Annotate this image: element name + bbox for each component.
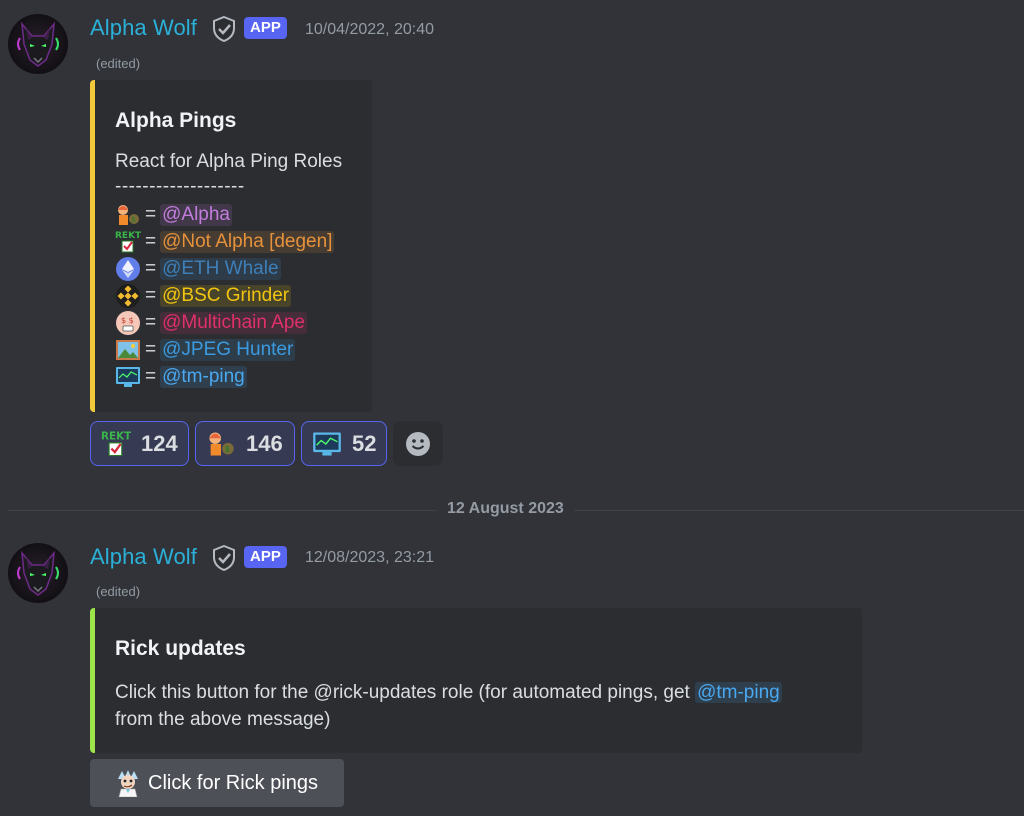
guy-with-money-bag-icon: $ (115, 202, 141, 228)
role-mention-alpha[interactable]: @Alpha (160, 204, 232, 226)
avatar[interactable] (8, 543, 68, 603)
role-line-jpeg-hunter: = @JPEG Hunter (115, 337, 296, 363)
equals-sign: = (145, 204, 157, 225)
equals-sign: = (145, 339, 157, 360)
add-reaction-button[interactable] (393, 421, 443, 466)
equals-sign: = (145, 258, 157, 279)
svg-text:$: $ (225, 445, 230, 454)
equals-sign: = (145, 366, 157, 387)
rick-pings-button[interactable]: Click for Rick pings (90, 759, 344, 807)
embed-description-text-2: from the above message) (115, 709, 331, 730)
timestamp[interactable]: 12/08/2023, 23:21 (305, 549, 434, 567)
equals-sign: = (145, 231, 157, 252)
role-mention-bsc-grinder[interactable]: @BSC Grinder (160, 285, 292, 307)
bnb-icon (115, 283, 141, 309)
embed-title: Alpha Pings (115, 109, 237, 132)
role-line-bsc-grinder: = @BSC Grinder (115, 283, 292, 309)
embed-description: React for Alpha Ping Roles (115, 151, 343, 172)
reaction-count: 52 (352, 430, 377, 456)
reaction-rekt[interactable]: REKT 124 (90, 421, 189, 466)
edited-label: (edited) (96, 584, 141, 599)
role-mention-tm-ping[interactable]: @tm-ping (160, 366, 247, 388)
rekt-check-icon: REKT (101, 429, 131, 459)
author-name[interactable]: Alpha Wolf (90, 15, 197, 41)
author-name[interactable]: Alpha Wolf (90, 544, 197, 570)
svg-text:REKT: REKT (115, 231, 141, 241)
picture-frame-icon (115, 337, 141, 363)
app-badge: APP (244, 546, 287, 568)
embed: Alpha Pings React for Alpha Ping Roles -… (90, 80, 372, 412)
role-mention-multichain-ape[interactable]: @Multichain Ape (160, 312, 307, 334)
timestamp[interactable]: 10/04/2022, 20:40 (305, 21, 434, 39)
rick-pings-button-label: Click for Rick pings (148, 771, 319, 794)
guy-with-money-bag-icon: $ (206, 429, 236, 459)
svg-text:REKT: REKT (101, 430, 131, 442)
role-mention-eth-whale[interactable]: @ETH Whale (160, 258, 281, 280)
equals-sign: = (145, 312, 157, 333)
smiley-icon (406, 431, 430, 456)
role-mention-jpeg-hunter[interactable]: @JPEG Hunter (160, 339, 296, 361)
monitor-chart-icon (312, 429, 342, 459)
role-mention-not-alpha[interactable]: @Not Alpha [degen] (160, 231, 335, 253)
role-line-not-alpha: REKT = @Not Alpha [degen] (115, 229, 335, 255)
ethereum-icon (115, 256, 141, 282)
edited-label: (edited) (96, 56, 141, 71)
rick-scientist-icon (114, 769, 142, 797)
avatar[interactable] (8, 14, 68, 74)
role-line-eth-whale: = @ETH Whale (115, 256, 281, 282)
embed-description: Click this button for the @rick-updates … (115, 679, 855, 733)
money-face-icon: $ $ (115, 310, 141, 336)
reaction-count: 146 (246, 430, 283, 456)
reaction-count: 124 (141, 430, 178, 456)
reaction-monitor[interactable]: 52 (301, 421, 387, 466)
verified-shield-icon (212, 15, 236, 43)
reactions-bar: REKT 124 $ 146 52 (90, 421, 443, 466)
wolf-icon (17, 550, 59, 596)
rekt-check-icon: REKT (115, 229, 141, 255)
role-mention-tm-ping[interactable]: @tm-ping (695, 682, 782, 703)
app-badge: APP (244, 17, 287, 39)
svg-text:$: $ (132, 217, 136, 224)
verified-shield-icon (212, 544, 236, 572)
embed-title: Rick updates (115, 637, 246, 660)
equals-sign: = (145, 285, 157, 306)
embed-separator: ------------------- (115, 176, 245, 197)
embed: Rick updates Click this button for the @… (90, 608, 862, 753)
role-line-tm-ping: = @tm-ping (115, 364, 247, 390)
role-line-multichain-ape: $ $ = @Multichain Ape (115, 310, 307, 336)
wolf-icon (17, 21, 59, 67)
date-divider-label: 12 August 2023 (437, 500, 574, 518)
embed-description-text: Click this button for the @rick-updates … (115, 682, 696, 703)
reaction-money-guy[interactable]: $ 146 (195, 421, 295, 466)
role-line-alpha: $ = @Alpha (115, 202, 232, 228)
message-1: Alpha Wolf APP 10/04/2022, 20:40 (edited… (0, 0, 1024, 470)
svg-text:$ $: $ $ (121, 316, 134, 325)
monitor-chart-icon (115, 364, 141, 390)
